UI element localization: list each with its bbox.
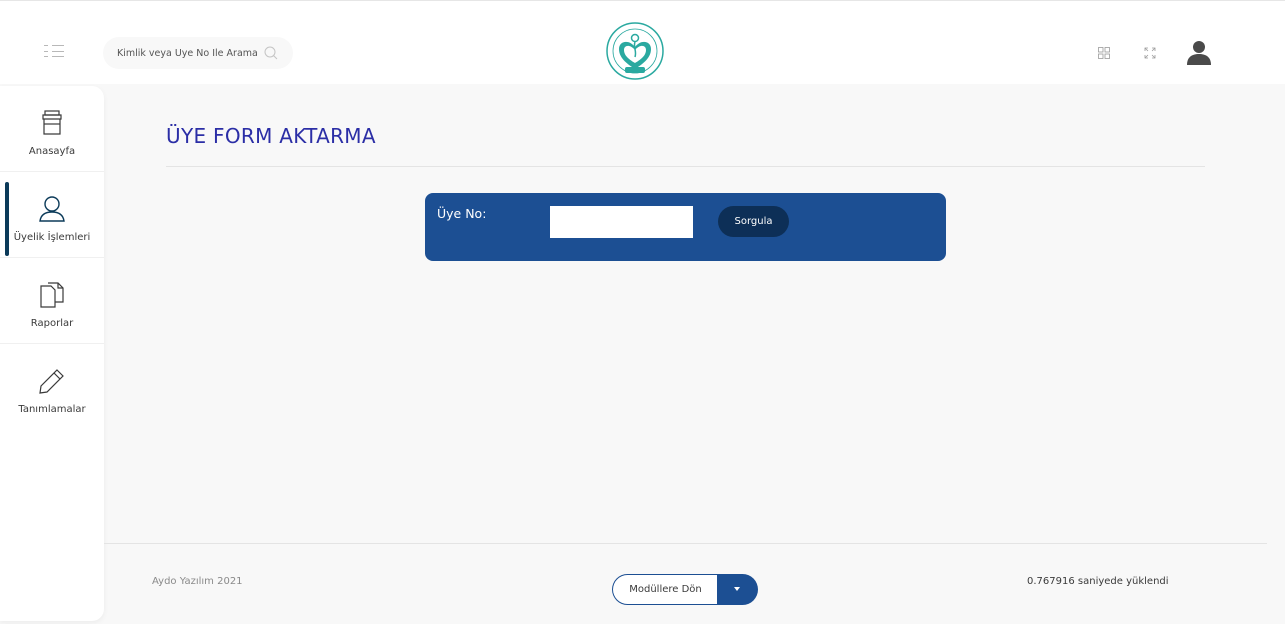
load-time-text: 0.767916 saniyede yüklendi <box>1027 576 1169 587</box>
caret-down-icon <box>734 587 740 591</box>
modules-button-group: Modüllere Dön <box>612 574 758 605</box>
sidebar-item-home[interactable]: Anasayfa <box>0 86 104 172</box>
sidebar-item-label: Raporlar <box>30 318 74 329</box>
sidebar-item-label: Anasayfa <box>28 146 76 157</box>
user-outline-icon <box>39 196 65 222</box>
back-to-modules-button[interactable]: Modüllere Dön <box>612 574 718 605</box>
footer-divider <box>104 543 1267 544</box>
member-no-label: Üye No: <box>437 206 487 221</box>
sidebar: Anasayfa Üyelik İşlemleri Raporlar Tanım… <box>0 86 104 621</box>
search-input[interactable] <box>117 45 267 61</box>
member-no-input[interactable] <box>550 206 693 238</box>
user-avatar-icon[interactable] <box>1186 39 1212 65</box>
copyright-text: Aydo Yazılım 2021 <box>152 576 243 587</box>
sidebar-item-definitions[interactable]: Tanımlamalar <box>0 344 104 430</box>
grid-icon[interactable] <box>1098 47 1110 59</box>
menu-toggle-icon[interactable] <box>44 45 64 57</box>
active-indicator <box>5 182 9 256</box>
sidebar-item-membership[interactable]: Üyelik İşlemleri <box>0 172 104 258</box>
search-box <box>103 37 293 69</box>
member-query-panel: Üye No: Sorgula <box>425 193 946 261</box>
sidebar-item-label: Üyelik İşlemleri <box>13 232 91 243</box>
store-icon <box>42 110 62 135</box>
page-title: ÜYE FORM AKTARMA <box>166 124 376 148</box>
query-button[interactable]: Sorgula <box>718 206 789 237</box>
sidebar-item-reports[interactable]: Raporlar <box>0 258 104 344</box>
modules-dropdown-toggle[interactable] <box>717 574 758 605</box>
sidebar-item-label: Tanımlamalar <box>18 404 86 415</box>
title-divider <box>166 166 1205 167</box>
search-icon[interactable] <box>263 45 279 61</box>
documents-icon <box>40 282 64 308</box>
pencil-icon <box>39 369 64 394</box>
fullscreen-icon[interactable] <box>1144 47 1156 59</box>
logo-icon <box>606 22 664 80</box>
top-header <box>0 0 1285 84</box>
